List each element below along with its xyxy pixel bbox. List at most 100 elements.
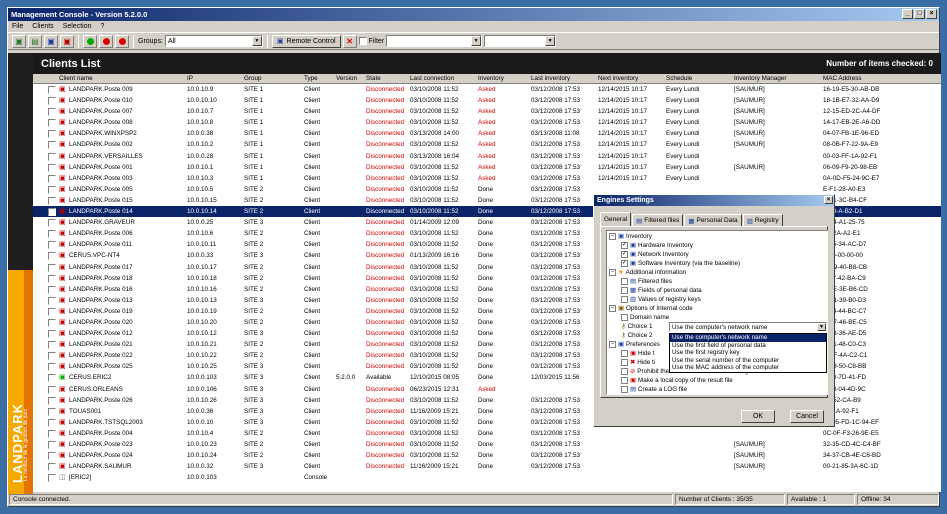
menu-file[interactable]: File <box>12 23 23 30</box>
row-checkbox[interactable] <box>48 86 56 94</box>
column-header[interactable]: Version <box>336 75 357 82</box>
tree-registry-keys[interactable]: ▥ Values of registry keys <box>621 296 701 303</box>
close-button[interactable]: × <box>926 9 937 19</box>
tab-general[interactable]: General <box>600 212 632 226</box>
dropdown-option[interactable]: Use the first registry key <box>670 349 826 357</box>
row-checkbox[interactable] <box>48 374 56 383</box>
table-row[interactable]: ◫ [ERIC2] 10.0.0.103 Console <box>33 472 941 483</box>
row-checkbox[interactable] <box>48 452 56 461</box>
tab-registry[interactable]: ▥ Registry <box>742 214 783 226</box>
table-row[interactable]: ▣ LANDPARK.Poste 007 10.0.10.7 SITE 1 Client… <box>33 106 941 117</box>
tree-choice-1[interactable]: ⚷ Choice 1 <box>621 323 652 330</box>
tree-hide-1[interactable]: ▣ Hide t <box>621 350 654 357</box>
row-checkbox[interactable] <box>48 196 56 205</box>
table-row[interactable]: ▣ LANDPARK.Poste 023 10.0.10.23 SITE 2 Clien… <box>33 439 941 450</box>
tree-personal-data[interactable]: ▦ Fields of personal data <box>621 287 702 294</box>
row-checkbox[interactable] <box>48 330 56 339</box>
table-row[interactable]: ▣ LANDPARK.Poste 010 10.0.10.10 SITE 1 Clien… <box>33 95 941 106</box>
tree-hide-2[interactable]: ✖ Hide ti <box>621 359 655 366</box>
row-checkbox[interactable] <box>48 163 56 172</box>
row-checkbox[interactable] <box>48 119 56 128</box>
row-checkbox[interactable] <box>48 230 56 239</box>
table-row[interactable]: ▣ LANDPARK.Poste 004 10.0.10.4 SITE 2 Client… <box>33 428 941 439</box>
table-row[interactable]: ▣ LANDPARK.Poste 002 10.0.10.2 SITE 1 Client… <box>33 139 941 150</box>
row-checkbox[interactable] <box>48 307 56 316</box>
tree-create-log[interactable]: ▤ Create a LOG file <box>621 386 687 393</box>
tree-additional-info[interactable]: − ★ Additional information <box>609 269 686 276</box>
checkbox[interactable] <box>621 377 628 384</box>
column-header[interactable]: Schedule <box>666 75 692 82</box>
row-checkbox[interactable] <box>48 352 56 361</box>
checkbox[interactable] <box>621 350 628 357</box>
groups-select[interactable]: All ▼ <box>164 35 263 47</box>
row-checkbox[interactable] <box>48 274 56 283</box>
dropdown-option[interactable]: Use the serial number of the computer <box>670 357 826 365</box>
table-row[interactable]: ▣ LANDPARK.Poste 003 10.0.10.3 SITE 1 Client… <box>33 173 941 184</box>
tree-filtered-files[interactable]: ▤ Filtered files <box>621 278 672 285</box>
cancel-button[interactable]: Cancel <box>790 410 824 423</box>
menu-selection[interactable]: Selection <box>63 23 92 30</box>
row-checkbox[interactable] <box>48 285 56 294</box>
menu-clients[interactable]: Clients <box>32 23 53 30</box>
tree-local-copy[interactable]: ▣ Make a local copy of the result file <box>621 377 733 384</box>
row-checkbox[interactable] <box>48 363 56 372</box>
checkbox[interactable] <box>621 359 628 366</box>
delete-client-button[interactable]: ▣ <box>60 34 74 48</box>
checkbox[interactable] <box>621 368 628 375</box>
row-checkbox[interactable] <box>48 341 56 350</box>
row-checkbox[interactable] <box>48 152 56 161</box>
filter-checkbox[interactable] <box>358 37 367 45</box>
row-checkbox[interactable] <box>48 396 56 405</box>
table-row[interactable]: ▣ LANDPARK.Poste 008 10.0.10.8 SITE 1 Client… <box>33 117 941 128</box>
row-checkbox[interactable] <box>48 130 56 139</box>
dropdown-option[interactable]: Use the MAC address of the computer <box>670 364 826 372</box>
checkbox-checked[interactable]: ✓ <box>621 242 628 249</box>
table-row[interactable]: ▣ LANDPARK.SAUMUR 10.0.0.32 SITE 3 Client Dis… <box>33 461 941 472</box>
checkbox[interactable] <box>621 296 628 303</box>
row-checkbox[interactable] <box>48 252 56 261</box>
table-row[interactable]: ▣ LANDPARK.Poste 001 10.0.10.1 SITE 1 Client… <box>33 162 941 173</box>
column-header[interactable]: Last inventory <box>531 75 570 82</box>
column-header[interactable]: State <box>366 75 381 82</box>
row-checkbox[interactable] <box>48 141 56 150</box>
dialog-close-button[interactable]: × <box>824 196 833 204</box>
tree-network-inventory[interactable]: ✓ ▣ Network Inventory <box>621 251 689 258</box>
add-group-button[interactable]: ▤ <box>28 34 42 48</box>
tree-internal-code[interactable]: − ▣ Options of Internal code <box>609 305 693 312</box>
row-checkbox[interactable] <box>48 418 56 427</box>
ok-button[interactable]: OK <box>741 410 775 423</box>
row-checkbox[interactable] <box>48 97 56 106</box>
row-checkbox[interactable] <box>48 318 56 327</box>
column-header[interactable]: Last connection <box>410 75 454 82</box>
red-status-button-2[interactable] <box>115 34 129 48</box>
filter-select[interactable]: ▼ <box>386 35 483 47</box>
row-checkbox[interactable] <box>48 174 56 183</box>
row-checkbox[interactable] <box>48 208 56 217</box>
red-status-button-1[interactable] <box>99 34 113 48</box>
menu-help[interactable]: ? <box>100 23 104 30</box>
checkbox[interactable] <box>621 314 628 321</box>
dropdown-option[interactable]: Use the computer's network name <box>670 334 826 342</box>
filter-value-input[interactable]: ▼ <box>484 35 557 47</box>
checkbox[interactable] <box>621 386 628 393</box>
row-checkbox[interactable] <box>48 463 56 472</box>
row-checkbox[interactable] <box>48 407 56 416</box>
column-header[interactable]: Group <box>244 75 262 82</box>
column-header[interactable]: Inventory <box>478 75 504 82</box>
column-header[interactable]: IP <box>187 75 193 82</box>
tree-hardware-inventory[interactable]: ✓ ▣ Hardware Inventory <box>621 242 693 249</box>
tab-filtered-files[interactable]: ▤ Filtered files <box>632 214 684 226</box>
cancel-filter-button[interactable]: ✕ <box>342 34 357 48</box>
row-checkbox[interactable] <box>48 263 56 272</box>
table-row[interactable]: ▣ LANDPARK.Poste 009 10.0.10.9 SITE 1 Client… <box>33 84 941 95</box>
dropdown-option[interactable]: Use the first field of personal data <box>670 342 826 350</box>
tree-preferences[interactable]: − ▣ Preferences <box>609 341 660 348</box>
column-header[interactable]: Inventory Manager <box>734 75 787 82</box>
checkbox-checked[interactable]: ✓ <box>621 251 628 258</box>
tree-inventory[interactable]: − ▣ Inventory <box>609 233 652 240</box>
edit-client-button[interactable]: ▣ <box>44 34 58 48</box>
row-checkbox[interactable] <box>48 441 56 449</box>
row-checkbox[interactable] <box>48 296 56 305</box>
row-checkbox[interactable] <box>48 241 56 250</box>
checkbox[interactable] <box>621 278 628 285</box>
